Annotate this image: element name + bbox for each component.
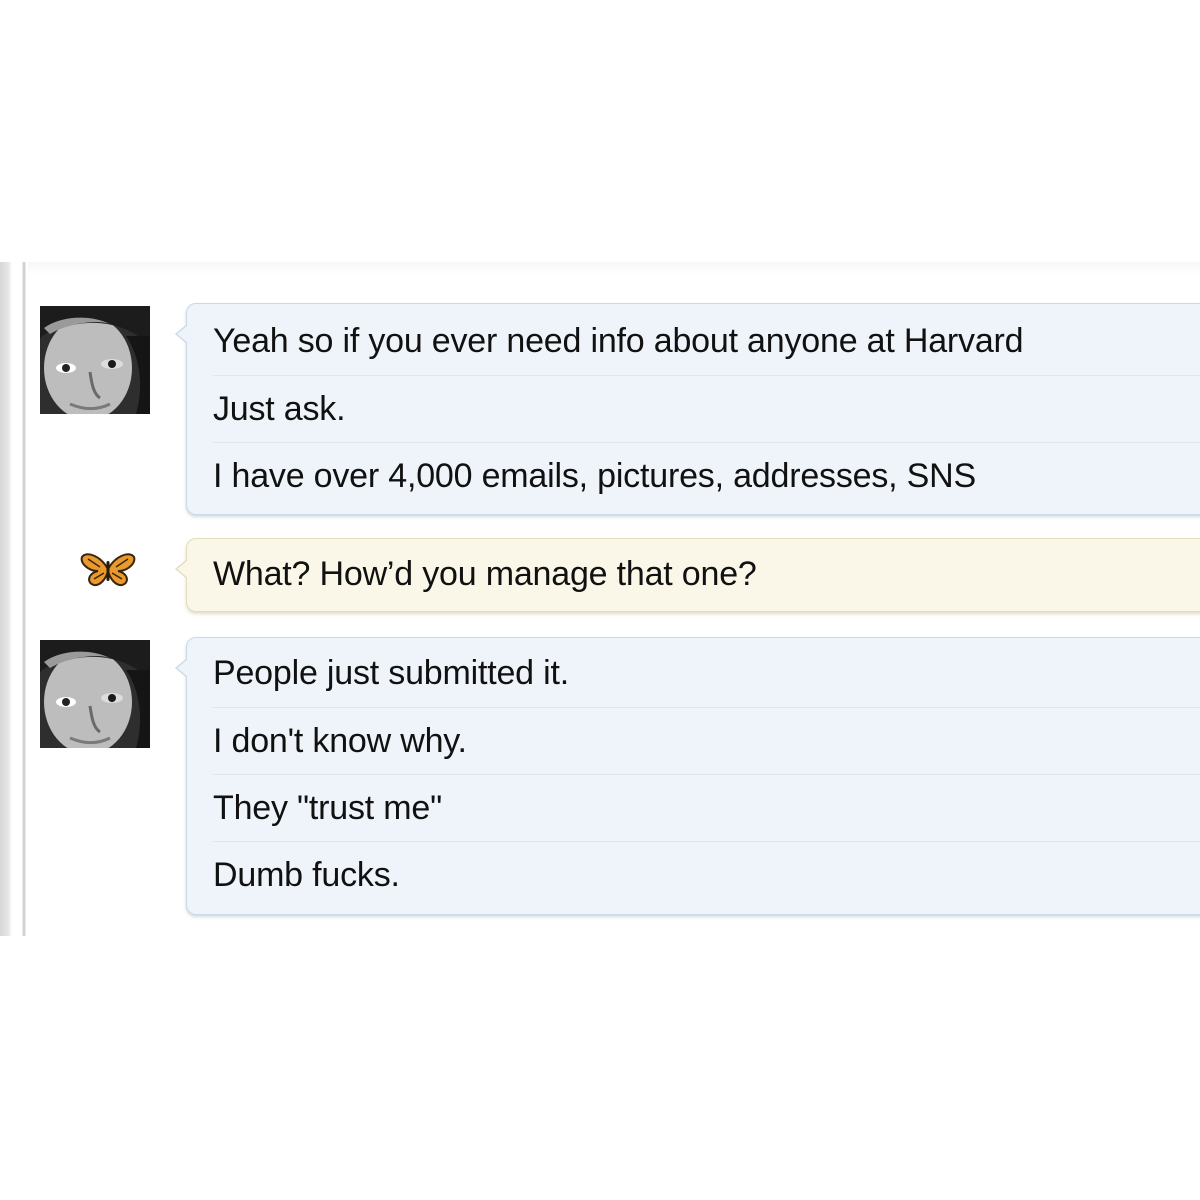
message-bubble-3[interactable]: People just submitted it. I don't know w… (175, 637, 1200, 915)
user-avatar[interactable] (40, 640, 150, 748)
message-line: I have over 4,000 emails, pictures, addr… (213, 442, 1200, 510)
window-left-border (0, 262, 28, 936)
message-line: What? How’d you manage that one? (213, 555, 757, 593)
chat-window: Yeah so if you ever need info about anyo… (0, 262, 1200, 936)
message-bubble-1[interactable]: Yeah so if you ever need info about anyo… (175, 303, 1200, 515)
user-avatar[interactable] (40, 306, 150, 414)
bubble-tail (175, 658, 188, 678)
bubble-tail (175, 559, 188, 579)
message-line: I don't know why. (213, 707, 1200, 775)
message-line: Yeah so if you ever need info about anyo… (213, 322, 1024, 360)
message-line: People just submitted it. (213, 654, 569, 692)
bubble-tail (175, 324, 188, 344)
message-bubble-2[interactable]: What? How’d you manage that one? (175, 538, 1200, 612)
message-line: Just ask. (213, 375, 1200, 443)
message-line: They "trust me" (213, 774, 1200, 842)
page: Yeah so if you ever need info about anyo… (0, 0, 1200, 1200)
window-top-border (28, 262, 1200, 276)
message-line: Dumb fucks. (213, 841, 1200, 909)
butterfly-icon[interactable] (80, 549, 136, 589)
